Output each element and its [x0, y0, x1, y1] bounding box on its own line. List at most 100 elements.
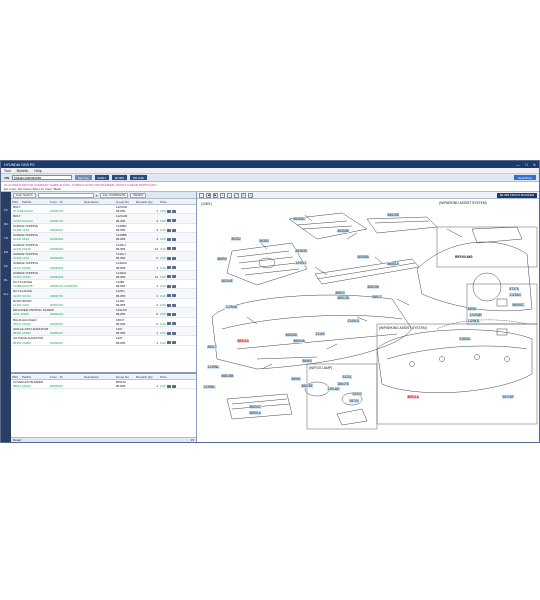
edit-icon[interactable] [171, 237, 176, 241]
cart-icon[interactable] [166, 275, 171, 279]
callout-86511a[interactable]: 86511A [237, 339, 250, 343]
cart-icon[interactable] [166, 256, 171, 260]
callout-1125ad[interactable]: 1125AD [225, 305, 238, 309]
table-row[interactable]: SCREW-TAPPING 1249BB 12441 0K10 20090923 86-… [11, 233, 196, 243]
callout-86518m[interactable]: 86518M [221, 374, 234, 378]
cart-icon[interactable] [166, 322, 171, 326]
sidebar-item-sc[interactable]: SC [2, 262, 10, 270]
spec-chip-3[interactable]: PG 3.5b [130, 175, 148, 180]
filter-dropdown[interactable]: ALL COMPLETE [99, 192, 129, 198]
callout-1491ad[interactable]: 1491AD [327, 387, 340, 391]
part-number[interactable]: 1125A 9LG010 [11, 219, 49, 223]
zoom-in-icon[interactable]: + [220, 192, 225, 198]
edit-icon[interactable] [171, 312, 176, 316]
callout-86355b[interactable]: 86355B [337, 229, 350, 233]
col-partno[interactable]: PartNo [21, 200, 49, 204]
col-from-to[interactable]: From - To [49, 200, 83, 204]
col-qty[interactable]: Qty [147, 375, 159, 379]
sidebar-item-bl[interactable]: BL [2, 276, 10, 284]
exploded-diagram[interactable]: 86355C 86520B 86355B 86350 86352 86353D 86590 8… [197, 199, 539, 442]
edit-icon[interactable] [171, 284, 176, 288]
part-number[interactable]: 1138B 06107B [11, 284, 49, 288]
callout-86354e[interactable]: 86354E [221, 279, 234, 283]
callout-86554a[interactable]: 86554A [293, 339, 306, 343]
part-number[interactable]: 12439 1K01 [11, 228, 49, 232]
part-number[interactable]: 86353 2S000 [11, 341, 49, 345]
callout-86353d[interactable]: 86353D [295, 249, 308, 253]
callout-86350[interactable]: 86350 [259, 239, 270, 243]
callout-86511a[interactable]: 86511A [407, 395, 420, 399]
vin-input[interactable] [12, 175, 73, 180]
next-icon[interactable]: ▶ [213, 192, 218, 198]
part-number[interactable]: 1491 40300 [11, 312, 49, 316]
callout-87376[interactable]: 87376 [509, 287, 520, 291]
callout-1249qb[interactable]: 1249QB [469, 313, 483, 317]
callout-86590[interactable]: 86590 [217, 257, 228, 261]
callout-92201[interactable]: 92201 [342, 375, 353, 379]
table-row[interactable]: SCREW-TAPPING 1249BC 12439 1K01 20090327 86-… [11, 224, 196, 234]
model-chip[interactable]: Car Yes [75, 175, 92, 180]
sidebar-item-td[interactable]: TD [2, 234, 10, 242]
col-remarks[interactable]: Remarks [135, 375, 147, 379]
col-group-no[interactable]: Group No [115, 200, 135, 204]
table-row[interactable]: SCREW-TAPPING 1249LJ 12443 0K108 20090923 86… [11, 243, 196, 252]
callout-86525e[interactable]: 86525E [301, 384, 314, 388]
cart-icon[interactable] [166, 284, 171, 288]
callout-86512[interactable]: 86512 [372, 295, 383, 299]
edit-icon[interactable] [171, 384, 176, 388]
table-row[interactable]: SCREW-TAPPING 1249NC 12441 0K203 20090923 86… [11, 261, 196, 271]
callout-86590c[interactable]: 86590C [512, 303, 525, 307]
print-icon[interactable]: ⎙ [241, 192, 246, 198]
table-row[interactable]: BOLT 112OAB 1125A 9LG010 20090701 86-865 4 0.0… [11, 214, 196, 224]
col-partno[interactable]: PartNo [21, 375, 49, 379]
callout-86551[interactable]: 86551 [467, 307, 478, 311]
callout-86560[interactable]: 86560 [302, 359, 313, 363]
col-price[interactable]: Price [159, 200, 189, 204]
callout-86355c[interactable]: 86355C [293, 217, 306, 221]
sidebar-item-en[interactable]: EN [2, 248, 10, 256]
part-number[interactable]: 97713B 3K010 [11, 209, 49, 213]
callout-1249nl[interactable]: 1249NL [203, 385, 216, 389]
edit-icon[interactable] [171, 275, 176, 279]
cart-icon[interactable] [166, 237, 171, 241]
edit-icon[interactable] [171, 247, 176, 251]
prev-icon[interactable]: ◀ [206, 192, 211, 198]
table-row[interactable]: GRILLE ASSY-RADIATOR 1267 86350 2S000 20090… [11, 326, 196, 337]
sidebar-item-all[interactable]: ALL [2, 290, 10, 298]
auto-search-button[interactable]: Auto Search [13, 192, 36, 198]
maximize-button[interactable]: ☐ [525, 163, 528, 167]
part-number[interactable]: 12443 0K108 [11, 247, 49, 251]
edit-icon[interactable] [171, 294, 176, 298]
callout-86520b[interactable]: 86520B [367, 285, 380, 289]
table-row[interactable]: CR PIECE-RADIATOR 1267 86353 2S000 20090327… [11, 336, 196, 346]
callout-1249ld[interactable]: 1249LD [347, 319, 360, 323]
part-number[interactable]: 12441 0K10 [11, 237, 49, 241]
edit-icon[interactable] [171, 228, 176, 232]
cart-icon[interactable] [166, 341, 171, 345]
callout-1125kd[interactable]: 1125KD [467, 319, 480, 323]
menu-bulletin[interactable]: Bulletin [17, 169, 29, 173]
close-button[interactable]: ✕ [533, 163, 536, 167]
cart-icon[interactable] [166, 331, 171, 335]
edit-icon[interactable] [171, 303, 176, 307]
spec-chip-1[interactable]: ROH1 [94, 175, 109, 180]
callout-1125ac[interactable]: 1125AC [509, 293, 522, 297]
callout-1249lj[interactable]: 1249LJ [295, 261, 307, 265]
col-pnc[interactable]: PNC [11, 375, 21, 379]
search-input[interactable] [37, 192, 94, 198]
diagram-title-button[interactable]: 86-865 FRONT BUMPER [496, 192, 537, 198]
table-row[interactable]: BULB-HALOGEN 18647 18647 21000 20090327 86-8… [11, 318, 196, 327]
cart-icon[interactable] [166, 303, 171, 307]
cart-icon[interactable] [166, 228, 171, 232]
part-number[interactable]: 86350 2S000 [11, 331, 49, 335]
table-row[interactable]: SCREW-TAPPING 1249LJ 12443 1K10 20090923 86-… [11, 251, 196, 262]
col-price[interactable]: Price [159, 375, 189, 379]
part-number[interactable]: 12443 1K10 [11, 256, 49, 260]
cart-icon[interactable] [166, 294, 171, 298]
ref-label[interactable]: REF.60-660 [455, 255, 472, 259]
callout-86551a[interactable]: 86551A [387, 262, 400, 266]
table-row[interactable]: COVER-F/R BUMPER 86511A 86511 2S000 2009032… [11, 380, 196, 390]
cart-icon[interactable] [166, 384, 171, 388]
menu-tool[interactable]: Tool [4, 169, 11, 173]
sidebar-item-ma[interactable]: MA [2, 220, 10, 228]
